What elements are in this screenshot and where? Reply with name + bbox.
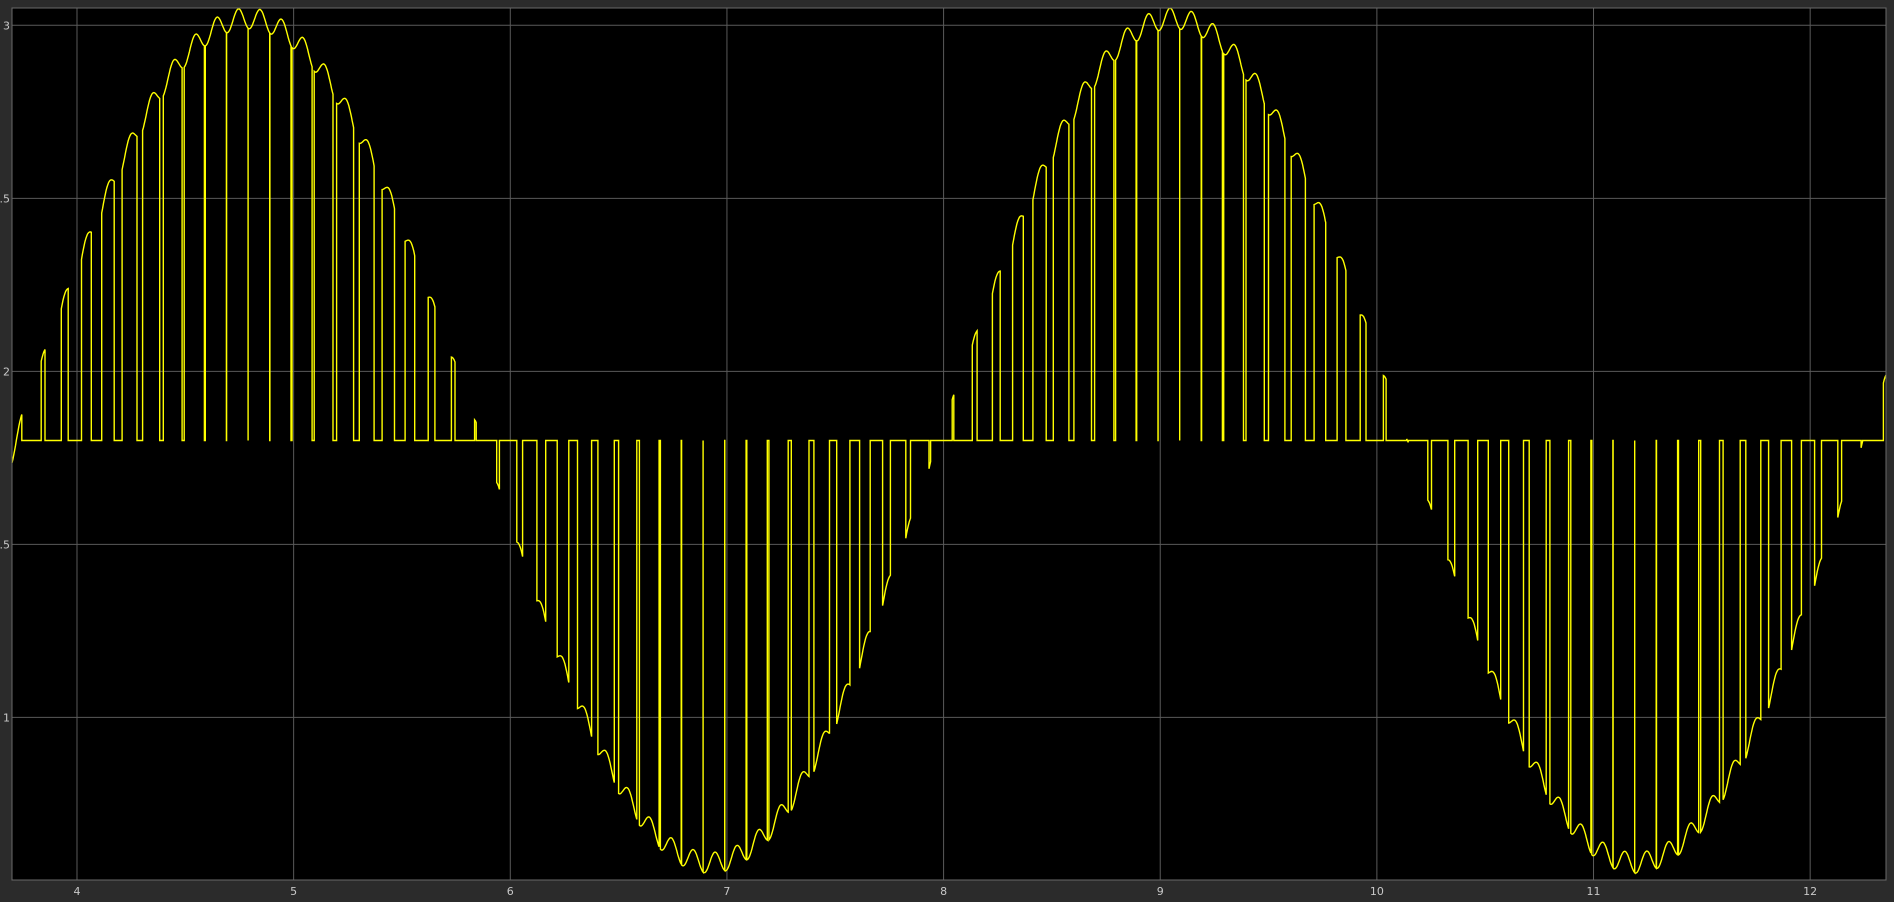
y-tick-labels: 1 1.5 2 2.5 3 [0, 19, 10, 724]
y-tick-label: 1 [3, 711, 10, 724]
x-tick-label: 11 [1587, 885, 1601, 898]
x-tick-labels: 4 5 6 7 8 9 10 11 12 [73, 885, 1817, 898]
plot-background [12, 8, 1886, 880]
x-tick-label: 8 [940, 885, 947, 898]
x-tick-label: 12 [1803, 885, 1817, 898]
y-tick-label: 2 [3, 365, 10, 378]
scope-window: 1 1.5 2 2.5 3 4 5 6 7 8 9 10 11 12 [0, 0, 1894, 902]
x-tick-label: 10 [1370, 885, 1384, 898]
x-tick-label: 4 [73, 885, 80, 898]
x-tick-label: 5 [290, 885, 297, 898]
x-tick-label: 9 [1157, 885, 1164, 898]
y-tick-label: 1.5 [0, 538, 10, 551]
y-tick-label: 3 [3, 19, 10, 32]
x-tick-label: 6 [507, 885, 514, 898]
x-tick-label: 7 [723, 885, 730, 898]
plot-area[interactable]: 1 1.5 2 2.5 3 4 5 6 7 8 9 10 11 12 [0, 0, 1894, 902]
y-tick-label: 2.5 [0, 192, 10, 205]
